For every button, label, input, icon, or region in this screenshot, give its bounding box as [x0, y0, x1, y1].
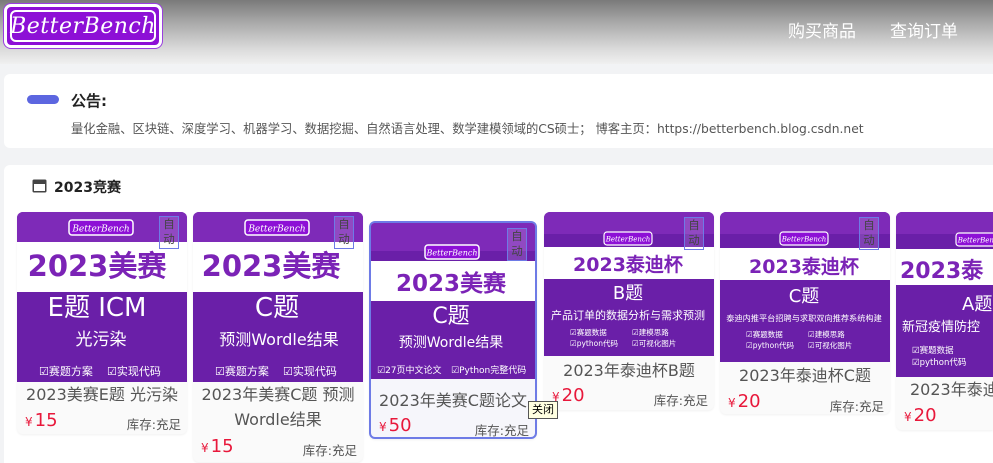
product-card[interactable]: BetterBench 2023美赛 C题 预测Wordle结果 ☑27页中文论…: [369, 221, 537, 439]
product-price: ¥15: [25, 410, 58, 431]
cover-feature: ☑Python完整代码: [451, 364, 526, 376]
cover-feature: ☑赛题方案: [215, 364, 269, 378]
product-title: 2023年泰迪杯C题: [739, 366, 871, 385]
auto-delivery-badge: 自动: [507, 228, 527, 261]
product-price: ¥20: [904, 405, 937, 426]
cover-brand: BetterBench: [426, 249, 478, 258]
product-title: 2023年美赛C题 预测Wordle结果: [201, 385, 355, 429]
site-logo[interactable]: BetterBench: [4, 4, 162, 48]
product-price: ¥20: [728, 391, 761, 412]
cover-headline: 2023泰迪杯: [749, 255, 859, 278]
auto-delivery-badge: 自动: [859, 217, 879, 250]
auto-delivery-badge: 自动: [159, 216, 179, 249]
product-title: 2023年泰迪杯B题: [563, 361, 695, 380]
product-price: ¥15: [201, 436, 234, 457]
stock-status: 库存:充足: [126, 417, 181, 432]
cover-subtitle: C题: [789, 286, 820, 307]
cover-feature: ☑python代码: [746, 340, 794, 350]
cover-topic: 泰迪内推平台招聘与求职双向推荐系统构建: [726, 313, 882, 323]
announcement-panel: 公告: 量化金融、区块链、深度学习、机器学习、数据挖掘、自然语言处理、数学建模领…: [4, 74, 993, 148]
cover-subtitle: C题: [255, 293, 299, 323]
cover-subtitle: B题: [613, 283, 643, 304]
cover-subtitle: A题: [962, 294, 992, 315]
cover-feature: ☑建模思路: [808, 329, 845, 339]
price-currency: ¥: [379, 420, 387, 434]
cover-topic: 产品订单的数据分析与需求预测: [551, 308, 705, 322]
product-card[interactable]: BetterBench 2023泰迪杯 B题 产品订单的数据分析与需求预测 ☑赛…: [544, 212, 714, 410]
nav-buy-products[interactable]: 购买商品: [788, 17, 856, 42]
price-value: 20: [561, 385, 585, 406]
product-card[interactable]: BetterBench 2023美赛 C题 预测Wordle结果 ☑赛题方案 ☑…: [193, 212, 363, 462]
auto-delivery-badge: 自动: [684, 217, 704, 250]
price-value: 15: [34, 410, 58, 431]
announcement-title: 公告:: [71, 92, 107, 110]
stock-status: 库存:充足: [829, 399, 884, 414]
cover-topic: 光污染: [76, 330, 127, 350]
stock-status: 库存:充足: [474, 423, 529, 438]
cover-brand: BetterBench: [247, 225, 305, 235]
cover-topic: 预测Wordle结果: [399, 335, 504, 351]
auto-delivery-badge: 自动: [334, 216, 354, 249]
cover-feature: ☑27页中文论文: [377, 364, 442, 376]
cover-feature: ☑python代码: [570, 338, 618, 348]
product-title: 2023年美赛C题论文: [379, 391, 527, 410]
cover-headline: 2023泰迪杯: [573, 253, 683, 276]
product-title: 2023美赛E题 光污染: [26, 385, 178, 404]
cover-topic: 预测Wordle结果: [219, 330, 338, 349]
announcement-text: 量化金融、区块链、深度学习、机器学习、数据挖掘、自然语言处理、数学建模领域的CS…: [71, 122, 864, 136]
cover-feature: ☑赛题数据: [570, 327, 607, 337]
stock-status: 库存:充足: [653, 393, 708, 408]
product-price: ¥50: [379, 415, 412, 436]
cover-brand: BetterBench: [71, 225, 129, 235]
product-cover: BetterBench 2023泰 A题 新冠疫情防控 ☑赛题数据 ☑pytho…: [896, 212, 993, 377]
price-value: 50: [388, 415, 412, 436]
cover-headline: 2023美赛: [396, 270, 507, 297]
price-value: 20: [913, 405, 937, 426]
cover-feature: ☑建模思路: [632, 327, 669, 337]
cover-subtitle: E题 ICM: [48, 293, 147, 323]
cover-feature: ☑可视化图片: [808, 340, 852, 350]
product-card[interactable]: BetterBench 2023美赛 E题 ICM 光污染 ☑赛题方案 ☑实现代…: [17, 212, 187, 434]
cover-brand: BetterBench: [605, 236, 651, 244]
close-tooltip: 关闭: [528, 401, 558, 419]
product-card[interactable]: BetterBench 2023泰迪杯 C题 泰迪内推平台招聘与求职双向推荐系统…: [720, 212, 890, 414]
category-icon: [32, 179, 47, 193]
cover-feature: ☑赛题方案: [39, 364, 93, 378]
stock-status: 库存:充足: [302, 443, 357, 458]
price-value: 20: [737, 391, 761, 412]
cover-feature: ☑python代码: [912, 357, 966, 368]
announcement-accent-bar: [27, 95, 59, 104]
cover-brand: BetterBench: [781, 236, 827, 244]
cover-feature: ☑可视化图片: [632, 338, 676, 348]
cover-brand: BetterBench: [957, 237, 993, 245]
section-title: 2023竞赛: [54, 180, 121, 196]
cover-feature: ☑赛题数据: [912, 345, 954, 356]
cover-headline: 2023美赛: [202, 249, 342, 283]
price-currency: ¥: [904, 410, 912, 424]
price-value: 15: [210, 436, 234, 457]
nav-query-order[interactable]: 查询订单: [890, 17, 958, 42]
top-header: BetterBench 购买商品 查询订单: [0, 0, 993, 64]
logo-text: BetterBench: [10, 10, 156, 42]
cover-feature: ☑实现代码: [107, 364, 161, 378]
product-title: 2023年泰迪: [910, 380, 993, 399]
cover-headline: 2023美赛: [28, 249, 168, 283]
cover-subtitle: C题: [432, 304, 469, 329]
cover-headline: 2023泰: [900, 259, 984, 284]
product-card[interactable]: BetterBench 2023泰 A题 新冠疫情防控 ☑赛题数据 ☑pytho…: [896, 212, 993, 430]
price-currency: ¥: [728, 396, 736, 410]
price-currency: ¥: [25, 415, 33, 429]
cover-feature: ☑实现代码: [283, 364, 337, 378]
cover-topic: 新冠疫情防控: [902, 319, 980, 335]
price-currency: ¥: [201, 441, 209, 455]
cover-feature: ☑赛题数据: [746, 329, 783, 339]
